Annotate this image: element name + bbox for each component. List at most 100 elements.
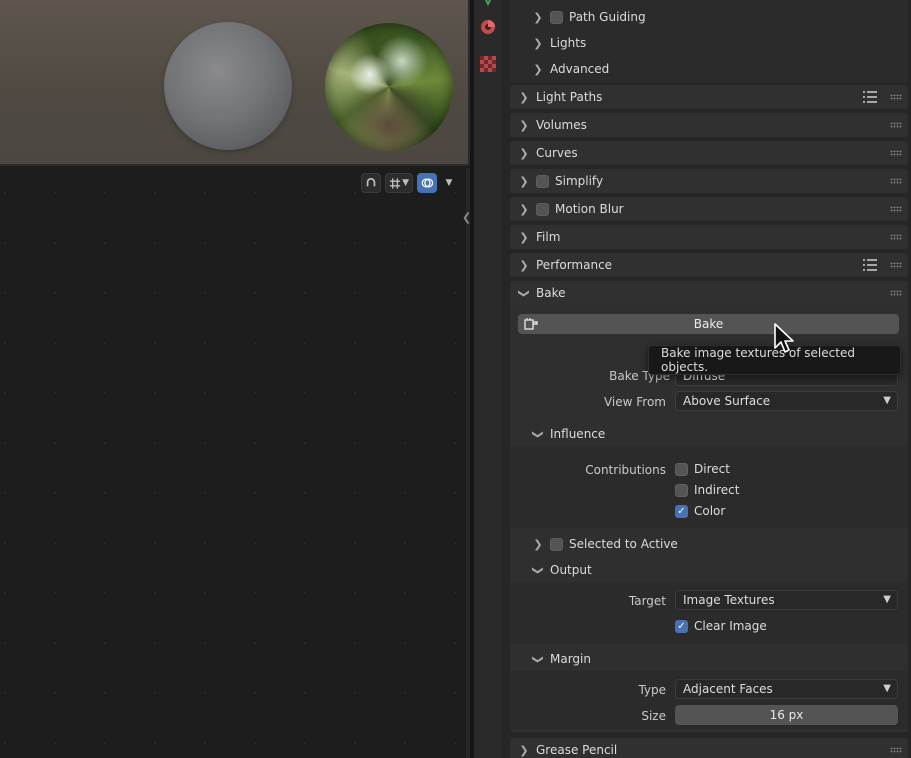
panel-grease-pencil[interactable]: ❯ Grease Pencil: [510, 738, 908, 758]
tab-material[interactable]: [479, 18, 497, 36]
grip-icon[interactable]: [890, 747, 902, 753]
subpanel-selected-to-active[interactable]: ❯ Selected to Active: [524, 532, 908, 556]
overlay-icon: [421, 178, 433, 188]
panel-film[interactable]: ❯ Film: [510, 225, 908, 249]
snap-icon: [366, 177, 376, 187]
path-guiding-checkbox[interactable]: [550, 10, 563, 24]
checkbox-label: Direct: [694, 462, 730, 476]
grip-icon[interactable]: [890, 290, 902, 296]
bake-button-label: Bake: [693, 317, 724, 331]
clear-image-checkbox[interactable]: ✓ Clear Image: [675, 619, 767, 633]
panel-performance[interactable]: ❯ Performance: [510, 253, 908, 277]
hdri-sphere-preview: [325, 23, 453, 151]
tab-texture[interactable]: [479, 55, 497, 73]
color-checkbox[interactable]: ✓ Color: [675, 504, 725, 518]
panel-light-paths[interactable]: ❯ Light Paths: [510, 85, 908, 109]
checkbox-label: Clear Image: [694, 619, 767, 633]
indirect-checkbox[interactable]: Indirect: [675, 483, 739, 497]
chevron-right-icon: ❯: [519, 146, 529, 160]
grip-icon[interactable]: [890, 178, 902, 184]
chevron-down-icon: ▼: [883, 594, 891, 605]
chevron-right-icon: ❯: [519, 230, 529, 244]
subpanel-label: Margin: [550, 652, 591, 666]
panel-label: Film: [536, 230, 561, 244]
subpanel-advanced[interactable]: ❯ Advanced: [524, 57, 908, 81]
chevron-down-icon: ▼: [402, 178, 409, 188]
list-icon[interactable]: [862, 258, 878, 272]
margin-type-label: Type: [638, 683, 666, 697]
grip-icon[interactable]: [890, 234, 902, 240]
margin-size-label: Size: [641, 709, 666, 723]
chevron-right-icon: ❯: [519, 118, 529, 132]
grip-icon[interactable]: [890, 94, 902, 100]
chevron-down-icon: ▼: [883, 683, 891, 694]
overlay-toggle-button[interactable]: [417, 173, 437, 193]
selected-to-active-checkbox[interactable]: [550, 537, 563, 551]
data-icon: [484, 0, 492, 6]
subpanel-influence[interactable]: ❯ Influence: [524, 422, 908, 446]
subpanel-margin[interactable]: ❯ Margin: [524, 647, 908, 671]
panel-simplify[interactable]: ❯ Simplify: [510, 169, 908, 193]
direct-checkbox[interactable]: Direct: [675, 462, 730, 476]
checkmark-icon: ✓: [675, 619, 688, 633]
target-dropdown[interactable]: Image Textures ▼: [675, 590, 898, 610]
bake-type-label: Bake Type: [609, 369, 670, 383]
list-icon[interactable]: [862, 90, 878, 104]
checkbox-icon: [675, 483, 688, 497]
grip-icon[interactable]: [890, 262, 902, 268]
chevron-down-icon: ❯: [517, 288, 531, 298]
subpanel-lights[interactable]: ❯ Lights: [524, 31, 908, 55]
panel-motion-blur[interactable]: ❯ Motion Blur: [510, 197, 908, 221]
panel-bake-header[interactable]: ❯ Bake: [510, 281, 908, 305]
view-from-value: Above Surface: [683, 394, 771, 408]
target-label: Target: [628, 594, 666, 608]
contributions-label: Contributions: [585, 463, 666, 477]
chevron-right-icon: ❯: [533, 36, 543, 50]
panel-volumes[interactable]: ❯ Volumes: [510, 113, 908, 137]
chevron-down-icon: ▼: [883, 395, 891, 406]
chevron-down-icon: ▼: [445, 178, 453, 188]
chevron-right-icon: ❯: [533, 10, 543, 24]
subpanel-label: Advanced: [550, 62, 610, 76]
panel-curves[interactable]: ❯ Curves: [510, 141, 908, 165]
chevron-right-icon: ❯: [533, 537, 543, 551]
subpanel-label: Lights: [550, 36, 587, 50]
chevron-right-icon: ❯: [519, 743, 529, 757]
bake-button[interactable]: Bake: [518, 314, 899, 334]
view-from-dropdown[interactable]: Above Surface ▼: [675, 391, 898, 411]
simplify-checkbox[interactable]: [536, 174, 549, 188]
margin-type-value: Adjacent Faces: [683, 682, 773, 696]
checkbox-label: Color: [694, 504, 726, 518]
view-from-label: View From: [603, 395, 666, 409]
snap-toggle-button[interactable]: [361, 173, 381, 193]
grip-icon[interactable]: [890, 150, 902, 156]
overlay-options-dropdown[interactable]: ▼: [441, 173, 457, 193]
snap-mode-dropdown[interactable]: ▼: [385, 173, 413, 193]
texture-icon: [480, 56, 496, 72]
viewport-3d[interactable]: [0, 0, 470, 166]
margin-size-field[interactable]: 16 px: [675, 705, 898, 725]
margin-type-dropdown[interactable]: Adjacent Faces ▼: [675, 679, 898, 699]
grid-snap-icon: [389, 177, 401, 189]
panel-label: Volumes: [536, 118, 587, 132]
subpanel-label: Selected to Active: [569, 537, 678, 551]
node-editor-toolbar: ▼ ▼: [361, 173, 457, 193]
tab-object-data[interactable]: [479, 0, 497, 10]
chevron-right-icon: ❯: [533, 62, 543, 76]
node-editor[interactable]: ▼ ▼ ❮: [0, 168, 471, 758]
chevron-down-icon: ❯: [531, 565, 545, 575]
panel-label: Motion Blur: [555, 202, 624, 216]
grip-icon[interactable]: [890, 122, 902, 128]
subpanel-output[interactable]: ❯ Output: [524, 558, 908, 582]
grip-icon[interactable]: [890, 206, 902, 212]
subpanel-path-guiding[interactable]: ❯ Path Guiding: [524, 5, 908, 29]
chevron-right-icon: ❯: [519, 202, 529, 216]
checkbox-label: Indirect: [694, 483, 740, 497]
chevron-right-icon: ❯: [519, 174, 529, 188]
mouse-cursor-icon: [774, 323, 794, 353]
target-value: Image Textures: [683, 593, 775, 607]
chevron-right-icon: ❯: [519, 258, 529, 272]
margin-size-value: 16 px: [769, 708, 804, 722]
panel-label: Light Paths: [536, 90, 603, 104]
motion-blur-checkbox[interactable]: [536, 202, 549, 216]
